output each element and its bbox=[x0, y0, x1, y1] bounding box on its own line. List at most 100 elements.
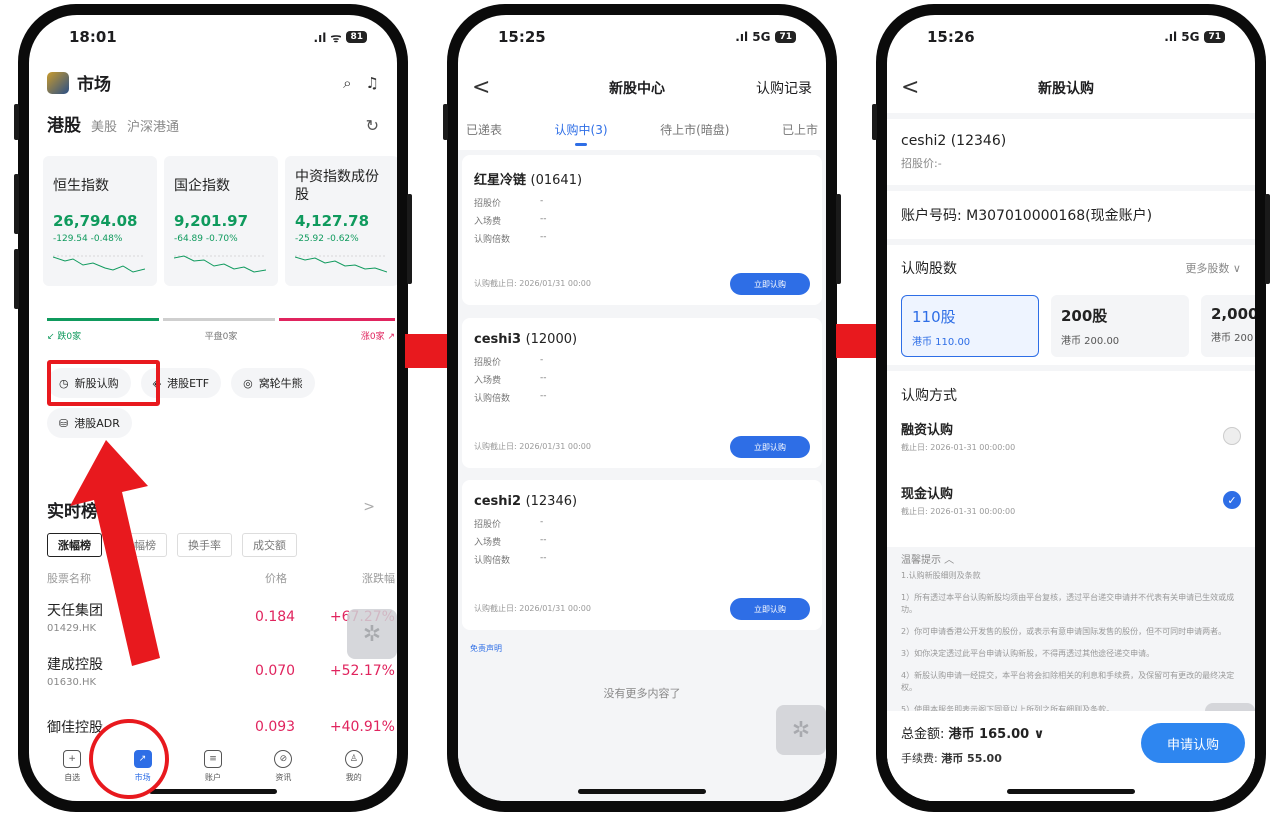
phone-ipo-center: 15:25 .ıl 5G 71 < 新股中心 认购记录 已递表 认购中(3) 待上… bbox=[443, 4, 841, 812]
method-margin[interactable]: 融资认购 截止日: 2026-01-31 00:00:00 bbox=[901, 419, 1241, 453]
check-icon[interactable]: ✓ bbox=[1223, 491, 1241, 509]
tab-pending-listing[interactable]: 待上市(暗盘) bbox=[660, 121, 729, 138]
nav-bar: < 新股认购 bbox=[901, 75, 1241, 100]
subscription-records-link[interactable]: 认购记录 bbox=[742, 78, 812, 98]
kv-key: 招股价 bbox=[474, 199, 502, 209]
plus-square-icon: + bbox=[63, 750, 82, 768]
ipo-title: ceshi2 bbox=[474, 494, 522, 509]
share-option[interactable]: 200股 港币 200.00 bbox=[1051, 295, 1189, 357]
page-title: 新股认购 bbox=[1038, 80, 1094, 97]
market-tabs: 港股 美股 沪深港通 ↻ bbox=[47, 111, 379, 136]
stock-info: ceshi2 (12346) 招股价:- bbox=[887, 119, 1255, 185]
share-qty: 200股 bbox=[1061, 307, 1108, 325]
target-icon: ◎ bbox=[243, 376, 253, 390]
subscribe-now-button[interactable]: 立即认购 bbox=[730, 273, 810, 295]
kv-value: - bbox=[540, 517, 544, 527]
down-bar bbox=[47, 318, 159, 321]
index-card-hscei[interactable]: 国企指数 9,201.97 -64.89 -0.70% bbox=[164, 156, 278, 286]
nav-bar: < 新股中心 认购记录 bbox=[472, 75, 812, 100]
kv-row: 招股价 - bbox=[474, 196, 810, 209]
index-card-hsi[interactable]: 恒生指数 26,794.08 -129.54 -0.48% bbox=[43, 156, 157, 286]
index-change: -129.54 -0.48% bbox=[53, 234, 123, 244]
more-shares-dropdown[interactable]: 更多股数 ∨ bbox=[1185, 260, 1241, 276]
index-card-hscci[interactable]: 中资指数成份股 4,127.78 -25.92 -0.62% bbox=[285, 156, 397, 286]
tab-us[interactable]: 美股 bbox=[91, 116, 117, 135]
share-option[interactable]: 110股 港币 110.00 bbox=[901, 295, 1039, 357]
method-deadline: 截止日: 2026-01-31 00:00:00 bbox=[901, 507, 1016, 516]
back-icon[interactable]: < bbox=[472, 75, 532, 100]
kv-value: -- bbox=[540, 391, 547, 401]
tab-hk[interactable]: 港股 bbox=[47, 111, 81, 136]
radio-unchecked[interactable] bbox=[1223, 427, 1241, 445]
share-qty: 110股 bbox=[912, 308, 956, 326]
kv-key: 入场费 bbox=[474, 538, 502, 548]
kv-row: 入场费 -- bbox=[474, 214, 810, 227]
tab-turnover-rate[interactable]: 换手率 bbox=[177, 533, 232, 557]
hk-adr-chip[interactable]: ⛁ 港股ADR bbox=[47, 408, 132, 438]
status-bar: 18:01 .ıl ᯤ 81 bbox=[29, 15, 397, 59]
chevron-right-icon[interactable]: > bbox=[363, 499, 375, 515]
stock-change: +40.91% bbox=[329, 719, 395, 735]
warrants-chip[interactable]: ◎ 窝轮牛熊 bbox=[231, 368, 315, 398]
tab-news[interactable]: ⊘ 资讯 bbox=[258, 750, 308, 783]
ipo-card[interactable]: 红星冷链 (01641) 招股价 - 入场费 -- 认购倍数 -- 认购截止日: 20… bbox=[462, 155, 822, 305]
tab-account[interactable]: ≡ 账户 bbox=[188, 750, 238, 783]
kv-value: -- bbox=[540, 535, 547, 545]
back-icon[interactable]: < bbox=[901, 75, 961, 100]
share-options: 110股 港币 110.00 200股 港币 200.00 2,000 港币 200 bbox=[901, 295, 1255, 357]
up-bar bbox=[279, 318, 395, 321]
disclaimer-link[interactable]: 免责声明 bbox=[470, 643, 502, 654]
tab-label: 资讯 bbox=[275, 773, 292, 782]
wrench-icon[interactable]: ✲ bbox=[776, 705, 826, 755]
ipo-title: 红星冷链 bbox=[474, 173, 527, 188]
highlight-box bbox=[47, 360, 160, 406]
tab-listed[interactable]: 已上市 bbox=[782, 121, 818, 138]
home-indicator bbox=[1007, 789, 1135, 794]
shares-label: 认购股数 bbox=[901, 261, 957, 277]
side-button bbox=[443, 104, 448, 140]
ipo-title: ceshi3 bbox=[474, 332, 522, 347]
tab-connect[interactable]: 沪深港通 bbox=[127, 116, 179, 135]
tips-title[interactable]: 温馨提示 ︿ bbox=[901, 555, 1241, 567]
tab-volume[interactable]: 成交额 bbox=[242, 533, 297, 557]
kv-row: 入场费 -- bbox=[474, 373, 810, 386]
status-time: 15:26 bbox=[927, 28, 975, 46]
subscribe-now-button[interactable]: 立即认购 bbox=[730, 436, 810, 458]
refresh-icon[interactable]: ↻ bbox=[366, 116, 379, 135]
account-number: 账户号码: M307010000168(现金账户) bbox=[901, 208, 1153, 224]
ipo-card[interactable]: ceshi2 (12346) 招股价 - 入场费 -- 认购倍数 -- 认购截止日: … bbox=[462, 480, 822, 630]
search-icon[interactable]: ⌕ bbox=[343, 74, 351, 92]
tip-item: 3）如你决定透过此平台申请认购新股，不得再透过其他途径递交申请。 bbox=[901, 649, 1155, 658]
kv-value: - bbox=[540, 196, 544, 206]
wrench-icon[interactable]: ✲ bbox=[347, 609, 397, 659]
highlight-circle bbox=[89, 719, 169, 799]
deadline: 认购截止日: 2026/01/31 00:00 bbox=[474, 604, 591, 613]
bell-icon[interactable]: ♫ bbox=[366, 74, 379, 92]
kv-key: 招股价 bbox=[474, 358, 502, 368]
share-option[interactable]: 2,000 港币 200 bbox=[1201, 295, 1255, 357]
offer-price: 招股价:- bbox=[901, 157, 942, 170]
kv-key: 认购倍数 bbox=[474, 556, 511, 566]
ipo-name: 红星冷链 (01641) bbox=[474, 169, 810, 188]
tab-label: 我的 bbox=[345, 773, 362, 782]
subscribe-now-button[interactable]: 立即认购 bbox=[730, 598, 810, 620]
kv-value: -- bbox=[540, 232, 547, 242]
stock-code: ceshi2 (12346) bbox=[901, 133, 1007, 149]
tab-filed[interactable]: 已递表 bbox=[466, 121, 502, 138]
shield-icon: ≡ bbox=[203, 750, 222, 768]
apply-subscribe-button[interactable]: 申请认购 bbox=[1141, 723, 1245, 763]
stock-price: 0.093 bbox=[255, 719, 296, 735]
ipo-card[interactable]: ceshi3 (12000) 招股价 - 入场费 -- 认购倍数 -- 认购截止日: … bbox=[462, 318, 822, 468]
chip-label: 港股ADR bbox=[74, 417, 120, 430]
ipo-name: ceshi2 (12346) bbox=[474, 494, 810, 509]
index-name: 国企指数 bbox=[174, 178, 230, 194]
footer: 总金额: 港币 165.00 ∨ 手续费: 港币 55.00 申请认购 bbox=[887, 711, 1255, 801]
tip-item: 1）所有透过本平台认购新股均须由平台复核，透过平台递交申请并不代表有关申请已生效… bbox=[901, 593, 1235, 614]
tab-subscribing[interactable]: 认购中(3) bbox=[555, 121, 608, 138]
col-change: 涨跌幅 bbox=[362, 572, 395, 585]
method-cash[interactable]: 现金认购 截止日: 2026-01-31 00:00:00 ✓ bbox=[901, 483, 1241, 517]
tab-me[interactable]: ♙ 我的 bbox=[329, 750, 379, 783]
total-value[interactable]: 港币 165.00 ∨ bbox=[949, 727, 1045, 742]
database-icon: ⛁ bbox=[59, 416, 69, 430]
status-bar: 15:25 .ıl 5G 71 bbox=[458, 15, 826, 59]
